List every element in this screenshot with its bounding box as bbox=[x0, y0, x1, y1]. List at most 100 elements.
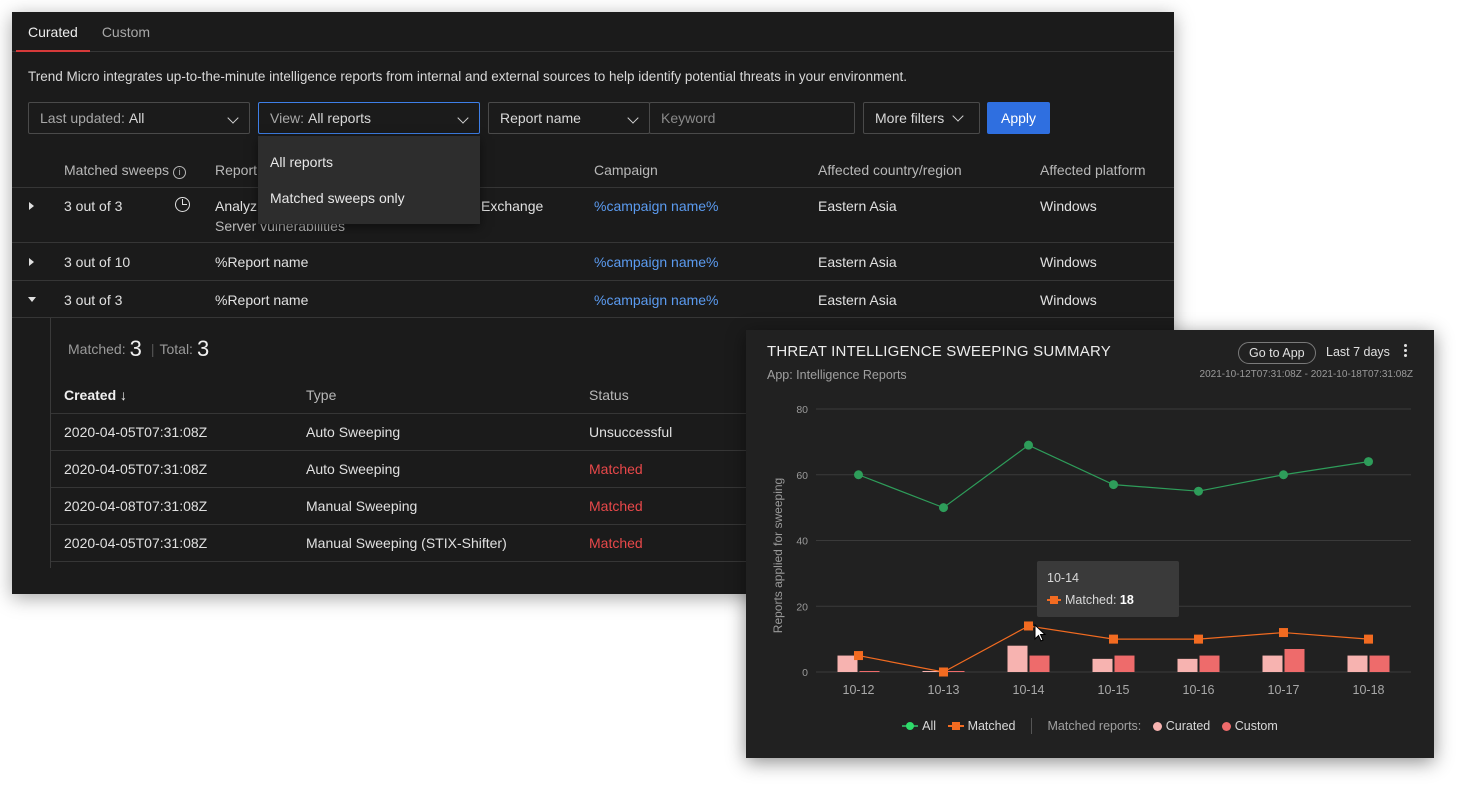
report-name[interactable]: %Report name bbox=[215, 292, 308, 308]
custom-dot-icon bbox=[1221, 722, 1231, 731]
created-value: 2020-04-05T07:31:08Z bbox=[64, 535, 208, 551]
tab-bar: Curated Custom bbox=[12, 12, 1174, 52]
info-icon[interactable]: i bbox=[173, 166, 187, 179]
legend-divider bbox=[1031, 718, 1032, 734]
tab-custom[interactable]: Custom bbox=[90, 12, 162, 51]
curated-dot-icon bbox=[1152, 722, 1162, 731]
table-row[interactable]: 3 out of 3 Analyz Exchange Server vulner… bbox=[12, 188, 1174, 243]
curated-bar bbox=[1177, 658, 1198, 672]
campaign-link[interactable]: %campaign name% bbox=[594, 254, 719, 270]
view-option-matched-only[interactable]: Matched sweeps only bbox=[258, 180, 480, 216]
platform-value: Windows bbox=[1040, 254, 1097, 270]
legend-label: Matched bbox=[967, 719, 1016, 733]
table-row[interactable]: 3 out of 10 %Report name %campaign name%… bbox=[12, 243, 1174, 281]
custom-bar bbox=[1199, 655, 1220, 672]
x-tick-label: 10-14 bbox=[1013, 683, 1045, 697]
table-row-expanded[interactable]: 3 out of 3 %Report name %campaign name% … bbox=[12, 281, 1174, 318]
chart-legend: All Matched Matched reports: Curated Cus… bbox=[746, 718, 1434, 734]
legend-custom[interactable]: Custom bbox=[1221, 719, 1278, 733]
collapse-caret-icon[interactable] bbox=[28, 297, 36, 302]
curated-bar bbox=[1262, 655, 1283, 672]
curated-bar bbox=[1347, 655, 1368, 672]
legend-all[interactable]: All bbox=[902, 719, 936, 733]
tab-curated[interactable]: Curated bbox=[16, 12, 90, 52]
stats-divider: | bbox=[150, 341, 155, 357]
sweep-icon[interactable] bbox=[175, 197, 190, 212]
all-point bbox=[1364, 457, 1373, 467]
view-value: All reports bbox=[307, 110, 372, 126]
total-count: 3 bbox=[196, 336, 210, 361]
all-point bbox=[1024, 440, 1033, 450]
column-region[interactable]: Affected country/region bbox=[818, 162, 962, 178]
view-option-all-reports[interactable]: All reports bbox=[258, 144, 480, 180]
matched-marker-icon bbox=[1047, 596, 1061, 604]
campaign-link[interactable]: %campaign name% bbox=[594, 292, 719, 308]
last-updated-select[interactable]: Last updated: All bbox=[28, 102, 250, 134]
x-tick-label: 10-17 bbox=[1268, 683, 1300, 697]
custom-bar bbox=[859, 671, 880, 672]
x-tick-label: 10-15 bbox=[1098, 683, 1130, 697]
legend-label: Curated bbox=[1165, 719, 1211, 733]
matched-point bbox=[1279, 628, 1288, 638]
sort-arrow-icon[interactable]: ↓ bbox=[120, 387, 127, 403]
legend-label: All bbox=[922, 719, 937, 733]
view-label: View: bbox=[270, 110, 304, 126]
tooltip-value-row: Matched: 18 bbox=[1047, 593, 1134, 607]
more-filters-button[interactable]: More filters bbox=[863, 102, 980, 134]
type-value: Manual Sweeping bbox=[306, 498, 418, 514]
last-updated-value: All bbox=[128, 110, 145, 126]
chevron-down-icon bbox=[227, 112, 239, 124]
all-series-line bbox=[858, 444, 1369, 509]
matched-count: 3 bbox=[129, 336, 142, 361]
chevron-down-icon bbox=[627, 112, 639, 124]
tooltip-label: Matched: bbox=[1065, 593, 1117, 607]
tooltip-date: 10-14 bbox=[1047, 571, 1079, 585]
last-updated-label: Last updated: bbox=[40, 110, 125, 126]
matched-sweeps-value: 3 out of 10 bbox=[64, 254, 131, 270]
report-name[interactable]: %Report name bbox=[215, 254, 308, 270]
report-name[interactable]: Analyz bbox=[215, 198, 257, 214]
campaign-link[interactable]: %campaign name% bbox=[594, 198, 719, 214]
x-tick-label: 10-13 bbox=[928, 683, 960, 697]
y-tick-label: 80 bbox=[796, 404, 808, 416]
matched-label: Matched: bbox=[68, 341, 126, 357]
column-status[interactable]: Status bbox=[589, 387, 629, 403]
y-tick-label: 20 bbox=[796, 601, 808, 613]
sweep-stats: Matched: 3 | Total: 3 bbox=[68, 336, 213, 362]
column-report[interactable]: Report bbox=[215, 162, 257, 178]
created-value: 2020-04-05T07:31:08Z bbox=[64, 461, 208, 477]
y-tick-label: 60 bbox=[796, 470, 808, 482]
view-select[interactable]: View: All reports bbox=[258, 102, 480, 134]
region-value: Eastern Asia bbox=[818, 198, 897, 214]
legend-curated[interactable]: Curated bbox=[1152, 719, 1211, 733]
all-point bbox=[1109, 480, 1118, 490]
chevron-down-icon bbox=[952, 110, 964, 122]
view-dropdown-menu: All reports Matched sweeps only bbox=[258, 136, 480, 224]
sweeping-chart: 0 20 40 60 80 Reports applied for sweeping 10-… bbox=[771, 404, 1411, 697]
expand-caret-icon[interactable] bbox=[29, 258, 34, 266]
column-matched-sweeps[interactable]: Matched sweeps i bbox=[64, 162, 187, 179]
all-point bbox=[1279, 470, 1288, 480]
column-campaign[interactable]: Campaign bbox=[594, 162, 658, 178]
matched-point bbox=[1024, 621, 1033, 631]
total-label: Total: bbox=[159, 341, 193, 357]
legend-matched[interactable]: Matched bbox=[947, 719, 1016, 733]
keyword-input[interactable]: Keyword bbox=[649, 102, 855, 134]
chevron-down-icon bbox=[457, 112, 469, 124]
sweeping-summary-card: THREAT INTELLIGENCE SWEEPING SUMMARY App… bbox=[746, 330, 1434, 758]
column-created[interactable]: Created ↓ bbox=[64, 387, 127, 403]
apply-button[interactable]: Apply bbox=[987, 102, 1051, 134]
search-field-select[interactable]: Report name bbox=[488, 102, 650, 134]
custom-bar bbox=[1029, 655, 1050, 672]
column-platform[interactable]: Affected platform bbox=[1040, 162, 1146, 178]
expand-caret-icon[interactable] bbox=[29, 202, 34, 210]
search-field-value: Report name bbox=[500, 110, 581, 126]
y-axis-label: Reports applied for sweeping bbox=[771, 478, 785, 633]
created-value: 2020-04-08T07:31:08Z bbox=[64, 498, 208, 514]
created-value: 2020-04-05T07:31:08Z bbox=[64, 424, 208, 440]
more-filters-label: More filters bbox=[875, 110, 945, 126]
report-name-tail[interactable]: Exchange bbox=[481, 198, 543, 214]
column-type[interactable]: Type bbox=[306, 387, 336, 403]
matched-point bbox=[1194, 634, 1203, 644]
type-value: Auto Sweeping bbox=[306, 461, 401, 477]
